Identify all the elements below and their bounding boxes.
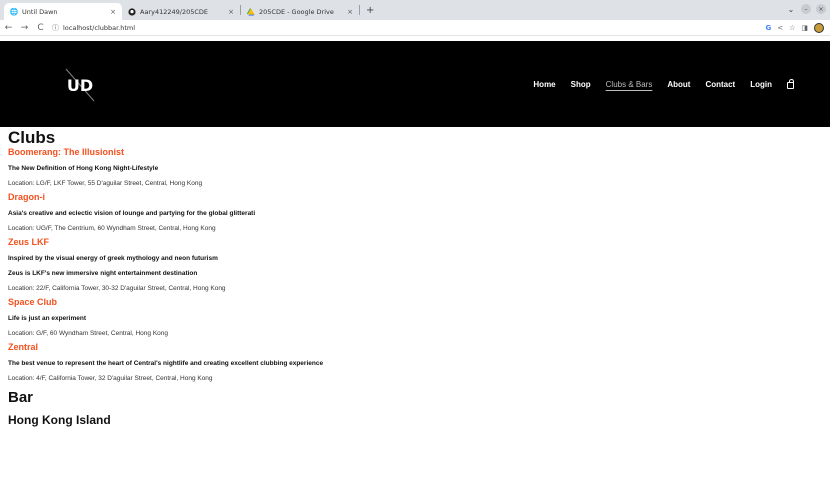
browser-tab[interactable]: 🌐 Until Dawn × xyxy=(4,3,122,20)
side-panel-icon[interactable]: ◨ xyxy=(801,24,808,32)
club-description: Zeus is LKF's new immersive night entert… xyxy=(8,270,198,277)
club-location: Location: LG/F, LKF Tower, 55 D'aguilar … xyxy=(8,180,203,187)
club-entry: Zentral The best venue to represent the … xyxy=(8,342,808,383)
minimize-icon[interactable]: – xyxy=(801,4,811,14)
club-location: Location: 4/F, California Tower, 32 D'ag… xyxy=(8,375,213,382)
club-description: Life is just an experiment xyxy=(8,315,87,322)
club-entry: Zeus LKF Inspired by the visual energy o… xyxy=(8,237,808,293)
browser-tab-bar: 🌐 Until Dawn × Aary412249/205CDE × 205CD… xyxy=(0,0,830,20)
club-description: Asia's creative and eclectic vision of l… xyxy=(8,210,256,217)
club-name: Space Club xyxy=(8,297,58,307)
nav-login[interactable]: Login xyxy=(750,80,772,89)
back-icon[interactable]: ← xyxy=(4,23,13,33)
site-nav: Home Shop Clubs & Bars About Contact Log… xyxy=(533,41,794,127)
google-icon[interactable]: G xyxy=(765,24,771,32)
club-entry: Dragon-i Asia's creative and eclectic vi… xyxy=(8,192,808,233)
club-description: The New Definition of Hong Kong Night-Li… xyxy=(8,165,159,172)
nav-clubs-bars[interactable]: Clubs & Bars xyxy=(606,80,653,89)
globe-icon: 🌐 xyxy=(9,7,19,16)
logo[interactable]: UD xyxy=(60,65,100,105)
window-controls: ⌄ – × xyxy=(786,4,826,14)
tab-title: 205CDE - Google Drive xyxy=(259,7,334,16)
main-content: Clubs Boomerang: The Illusionist The New… xyxy=(8,129,808,428)
region-heading: Hong Kong Island xyxy=(8,413,111,427)
github-icon xyxy=(128,7,136,16)
url-text: localhost/clubbar.html xyxy=(63,23,136,32)
club-description: Inspired by the visual energy of greek m… xyxy=(8,255,218,262)
browser-tab[interactable]: 205CDE - Google Drive × xyxy=(241,3,359,20)
share-icon[interactable]: < xyxy=(777,24,783,32)
close-window-icon[interactable]: × xyxy=(816,4,826,14)
tab-title: Until Dawn xyxy=(22,7,58,16)
tab-search-icon[interactable]: ⌄ xyxy=(786,4,796,14)
nav-shop[interactable]: Shop xyxy=(571,80,591,89)
club-entry: Boomerang: The Illusionist The New Defin… xyxy=(8,147,808,188)
bar-heading: Bar xyxy=(8,389,34,406)
nav-about[interactable]: About xyxy=(667,80,690,89)
tab-close-icon[interactable]: × xyxy=(110,8,116,16)
tab-title: Aary412249/205CDE xyxy=(140,7,209,16)
new-tab-button[interactable]: + xyxy=(360,5,380,16)
club-name: Boomerang: The Illusionist xyxy=(8,147,125,157)
address-bar: ← → C ⓘ localhost/clubbar.html G < ☆ ◨ xyxy=(0,20,830,36)
club-location: Location: G/F, 60 Wyndham Street, Centra… xyxy=(8,330,168,337)
club-name: Dragon-i xyxy=(8,192,45,202)
forward-icon[interactable]: → xyxy=(20,23,29,33)
logo-text: UD xyxy=(67,76,93,95)
browser-toolbar-icons: G < ☆ ◨ xyxy=(765,22,826,33)
nav-contact[interactable]: Contact xyxy=(705,80,735,89)
reload-icon[interactable]: C xyxy=(36,23,45,33)
site-info-icon[interactable]: ⓘ xyxy=(52,23,59,33)
url-field[interactable]: ⓘ localhost/clubbar.html xyxy=(52,23,758,33)
club-entry: Space Club Life is just an experiment Lo… xyxy=(8,297,808,338)
drive-icon xyxy=(247,8,255,16)
profile-avatar[interactable] xyxy=(814,22,824,33)
club-name: Zeus LKF xyxy=(8,237,50,247)
star-icon[interactable]: ☆ xyxy=(789,24,795,32)
site-header: UD Home Shop Clubs & Bars About Contact … xyxy=(0,41,830,127)
shopping-bag-icon[interactable] xyxy=(787,78,794,89)
clubs-heading: Clubs xyxy=(8,128,56,147)
club-location: Location: 22/F, California Tower, 30-32 … xyxy=(8,285,226,292)
nav-home[interactable]: Home xyxy=(533,80,555,89)
tab-close-icon[interactable]: × xyxy=(347,8,353,16)
tab-close-icon[interactable]: × xyxy=(228,8,234,16)
browser-tab[interactable]: Aary412249/205CDE × xyxy=(122,3,240,20)
club-name: Zentral xyxy=(8,342,39,352)
club-location: Location: UG/F, The Centrium, 60 Wyndham… xyxy=(8,225,216,232)
club-description: The best venue to represent the heart of… xyxy=(8,360,324,367)
